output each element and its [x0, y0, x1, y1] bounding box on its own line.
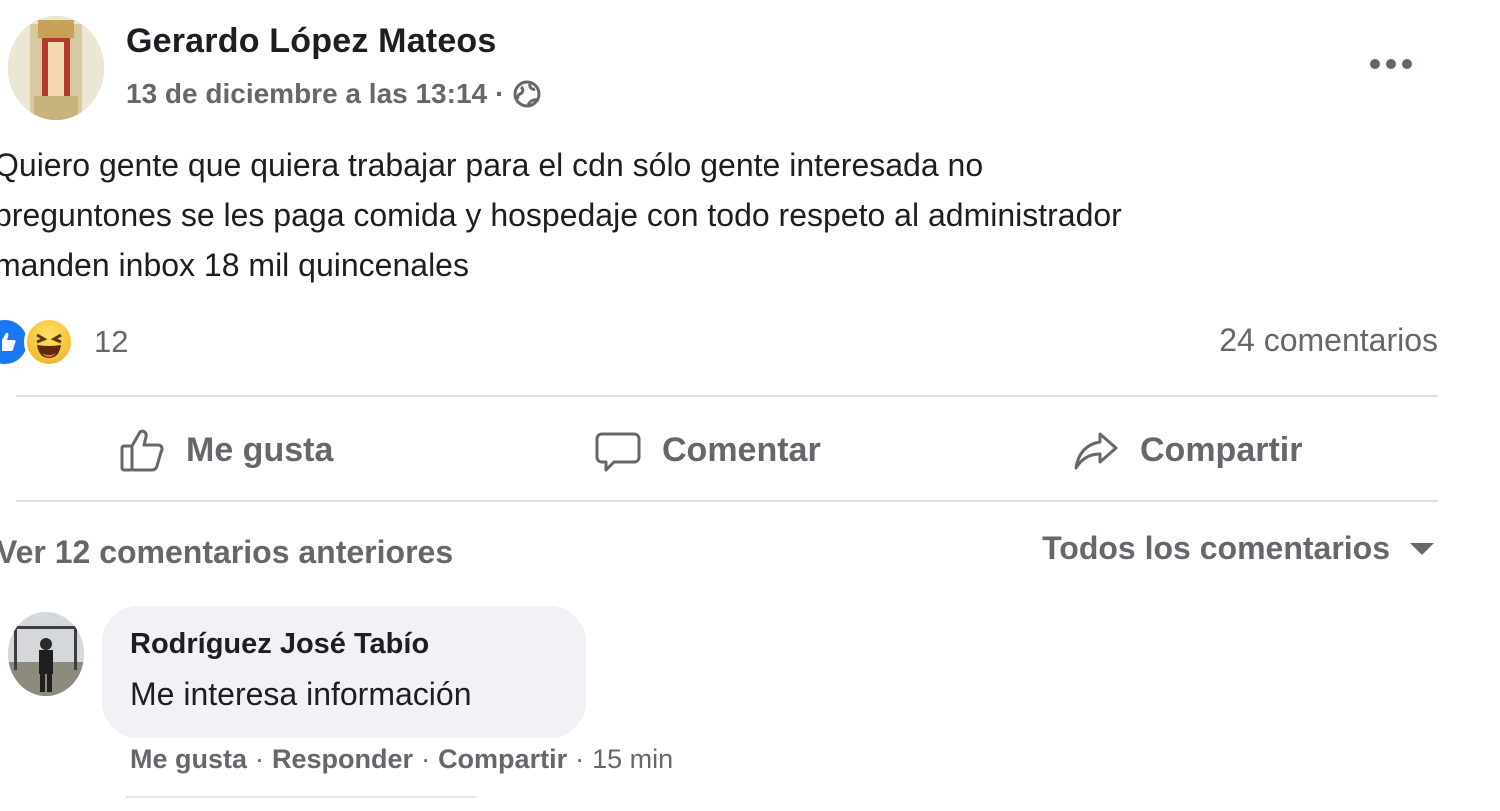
comment-action-separator: ·: [255, 744, 265, 774]
comment-bubble: [102, 606, 586, 738]
reactions-summary[interactable]: 12: [0, 316, 128, 368]
post-action-bar: Me gusta Comentar Compartir: [16, 400, 1438, 500]
comment-time[interactable]: 15 min: [592, 744, 673, 775]
comment-reply-link[interactable]: Responder: [272, 744, 413, 775]
caret-down-icon: [1410, 542, 1434, 555]
divider: [16, 395, 1438, 397]
view-previous-comments-link[interactable]: Ver 12 comentarios anteriores: [0, 534, 453, 571]
comment-text: Me interesa información: [130, 676, 472, 712]
commenter-avatar-image: [8, 612, 84, 696]
like-button-label: Me gusta: [186, 430, 334, 469]
comment-count-link[interactable]: 24 comentarios: [1219, 322, 1438, 359]
comment-author[interactable]: Rodríguez José Tabío: [130, 628, 429, 661]
comment-button[interactable]: Comentar: [594, 400, 821, 500]
author-avatar-image: [8, 16, 104, 120]
comment-action-separator: ·: [575, 744, 585, 774]
comment-button-label: Comentar: [662, 430, 821, 469]
comment-share-link[interactable]: Compartir: [438, 744, 567, 775]
comment-action-separator: ·: [421, 744, 431, 774]
comment-actions: Me gusta · Responder · Compartir · 15 mi…: [130, 744, 673, 775]
divider: [16, 500, 1438, 502]
haha-reaction-icon: [24, 317, 74, 367]
post-meta: 13 de diciembre a las 13:14 ·: [126, 76, 542, 112]
post-text: Quiero gente que quiera trabajar para el…: [0, 140, 1474, 290]
commenter-avatar[interactable]: [8, 612, 84, 696]
next-comment-edge: [126, 796, 476, 798]
post-text-line: preguntones se les paga comida y hospeda…: [0, 197, 1122, 233]
comment-like-link[interactable]: Me gusta: [130, 744, 247, 775]
thumbs-up-icon: [120, 429, 164, 472]
more-options-button[interactable]: [1366, 46, 1416, 82]
facebook-post: Gerardo López Mateos 13 de diciembre a l…: [0, 0, 1500, 811]
share-button-label: Compartir: [1140, 430, 1303, 469]
like-button[interactable]: Me gusta: [118, 400, 333, 500]
comment-filter-dropdown[interactable]: Todos los comentarios: [1042, 530, 1434, 567]
comment-filter-label: Todos los comentarios: [1042, 530, 1390, 566]
author-name[interactable]: Gerardo López Mateos: [126, 22, 497, 61]
post-text-line: manden inbox 18 mil quincenales: [0, 247, 469, 283]
meta-separator: ·: [495, 78, 505, 109]
reaction-count: 12: [94, 324, 129, 359]
post-timestamp[interactable]: 13 de diciembre a las 13:14: [126, 78, 487, 110]
globe-icon: [512, 79, 542, 109]
share-arrow-icon: [1074, 432, 1118, 470]
author-avatar[interactable]: [8, 16, 104, 120]
comment-bubble-icon: [595, 432, 641, 472]
post-text-line: Quiero gente que quiera trabajar para el…: [0, 147, 984, 183]
more-horizontal-icon: [1370, 59, 1412, 69]
share-button[interactable]: Compartir: [1072, 400, 1302, 500]
